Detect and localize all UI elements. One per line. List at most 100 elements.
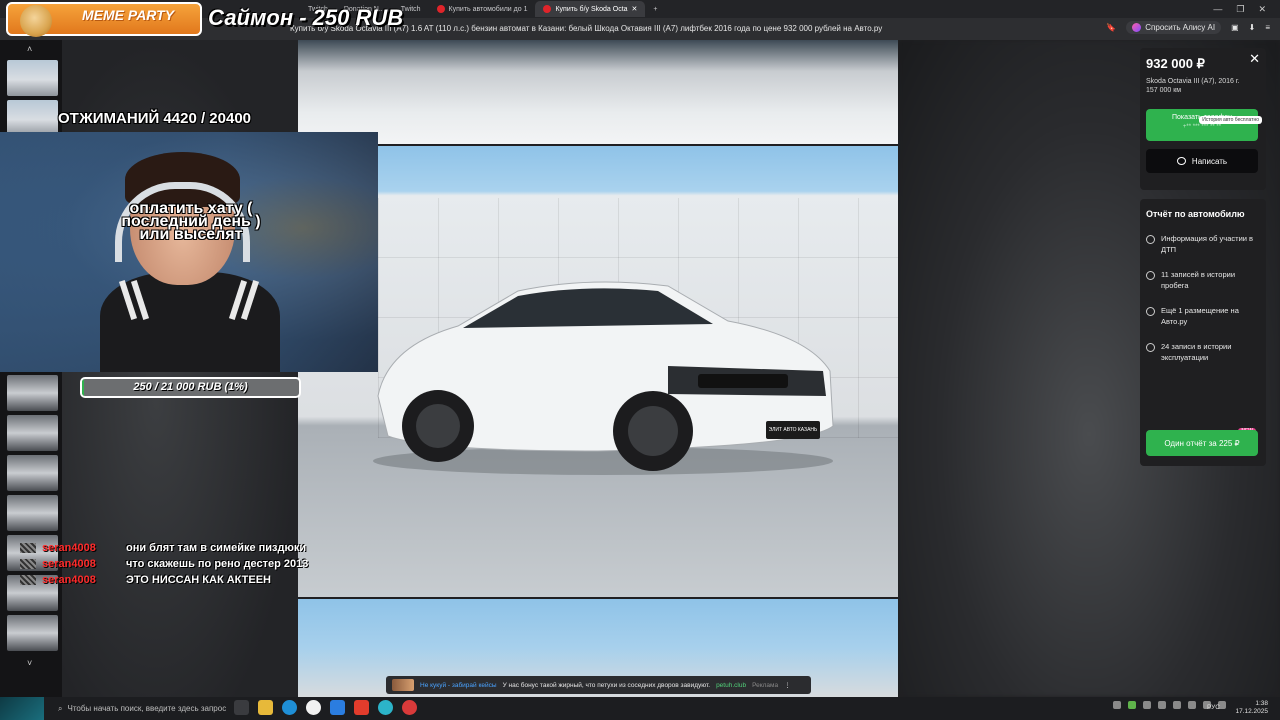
report-item-listings: Ещё 1 размещение на Авто.ру: [1146, 305, 1260, 327]
file-explorer-icon[interactable]: [258, 700, 273, 715]
task-view-icon[interactable]: [234, 700, 249, 715]
chat-text: что скажешь по рено дестер 2013: [126, 558, 309, 570]
app-icon[interactable]: [330, 700, 345, 715]
clock-time: 1:38: [1255, 700, 1268, 707]
car-photo-previous[interactable]: [298, 40, 898, 144]
thumbnail[interactable]: [7, 455, 58, 491]
chat-nick: seran4008: [42, 574, 96, 586]
thumbnail[interactable]: [7, 615, 58, 651]
thumbnail[interactable]: [7, 60, 58, 96]
report-item-label: Информация об участии в ДТП: [1161, 234, 1254, 254]
report-check-icon: [1146, 343, 1155, 352]
show-phone-button[interactable]: Показать телефон +** *** *** ** **: [1146, 109, 1258, 141]
report-check-icon: [1146, 271, 1155, 280]
tray-icon[interactable]: [1173, 701, 1181, 709]
maximize-icon[interactable]: ❐: [1236, 4, 1244, 15]
price: 932 000 ₽: [1146, 56, 1205, 71]
close-window-icon[interactable]: ✕: [1258, 4, 1266, 15]
report-item-label: 11 записей в истории пробега: [1161, 270, 1236, 290]
thumbnail[interactable]: [7, 375, 58, 411]
search-icon: ⌕: [58, 703, 63, 713]
tray-icon[interactable]: [1113, 701, 1121, 709]
chat-nick: seran4008: [42, 558, 96, 570]
start-button[interactable]: [0, 697, 44, 720]
tray-icon[interactable]: [1143, 701, 1151, 709]
stream-chat: seran4008 они блят там в симейке пиздюки…: [20, 540, 308, 588]
alice-button[interactable]: Спросить Алису AI: [1126, 21, 1222, 34]
promo-banner[interactable]: Не кукуй - забирай кейсы У нас бонус так…: [386, 676, 811, 694]
meme-party-badge: MEME PARTY: [6, 2, 202, 37]
chat-badge-icon: [20, 575, 36, 585]
report-check-icon: [1146, 307, 1155, 316]
phone-masked: +** *** *** ** **: [1182, 124, 1222, 130]
menu-icon[interactable]: ≡: [1265, 23, 1270, 32]
promo-more-icon[interactable]: ⋮: [784, 681, 791, 689]
wifi-icon[interactable]: [1188, 701, 1196, 709]
donation-overlay: MEME PARTY Саймон - 250 RUB: [0, 0, 480, 40]
tray-icon[interactable]: [1128, 701, 1136, 709]
clock-date: 17.12.2025: [1235, 708, 1268, 715]
write-message-button[interactable]: Написать: [1146, 149, 1258, 173]
car-illustration: [373, 281, 834, 475]
edge-icon[interactable]: [282, 700, 297, 715]
thumbnail[interactable]: [7, 415, 58, 451]
car-photo-main[interactable]: ЭЛИТ АВТО КАЗАНЬ: [298, 146, 898, 597]
chat-badge-icon: [20, 543, 36, 553]
chat-nick: seran4008: [42, 542, 96, 554]
report-item-accidents: Информация об участии в ДТП: [1146, 233, 1260, 255]
taskbar-search[interactable]: ⌕ Чтобы начать поиск, введите здесь запр…: [58, 700, 228, 717]
alice-label: Спросить Алису AI: [1145, 23, 1216, 32]
promo-headline[interactable]: Не кукуй - забирай кейсы: [420, 682, 497, 689]
buy-report-button[interactable]: Один отчёт за 225 ₽: [1146, 430, 1258, 456]
promo-link[interactable]: petuh.club: [716, 682, 746, 689]
car-mileage: 157 000 км: [1146, 87, 1182, 94]
taskbar: ⌕ Чтобы начать поиск, введите здесь запр…: [0, 697, 1280, 720]
taskbar-apps: [234, 700, 417, 715]
chat-message: seran4008 они блят там в симейке пиздюки: [20, 540, 308, 556]
clock[interactable]: 1:38 17.12.2025: [1235, 700, 1268, 716]
donation-banner: Саймон - 250 RUB: [208, 5, 404, 30]
report-item-mileage: 11 записей в истории пробега: [1146, 269, 1260, 291]
language-indicator[interactable]: РУС: [1207, 704, 1220, 711]
obs-icon[interactable]: [402, 700, 417, 715]
thumbnail[interactable]: [7, 100, 58, 136]
report-item-label: 24 записи в истории эксплуатации: [1161, 342, 1232, 362]
report-card: Отчёт по автомобилю Информация об участи…: [1140, 199, 1266, 466]
tab-autoru-listing[interactable]: Купить б/у Skoda Octa ✕: [535, 1, 646, 17]
downloads-icon[interactable]: ⬇: [1249, 23, 1256, 32]
goal-caption: оплатить хату ( последний день ) или выс…: [80, 201, 302, 243]
tab-label: Купить б/у Skoda Octa: [555, 5, 628, 13]
dealer-plate: ЭЛИТ АВТО КАЗАНЬ: [766, 421, 820, 439]
chat-text: они блят там в симейке пиздюки: [126, 542, 307, 554]
screen: Twitch Donation N... Twitch Купить автом…: [0, 0, 1280, 720]
close-tab-icon[interactable]: ✕: [632, 5, 638, 13]
report-check-icon: [1146, 235, 1155, 244]
report-title: Отчёт по автомобилю: [1146, 209, 1245, 219]
yandex-browser-icon[interactable]: [306, 700, 321, 715]
new-tab-button[interactable]: +: [645, 1, 665, 17]
thumbs-down-arrow-icon[interactable]: ˅: [27, 658, 32, 668]
chat-message: seran4008 что скажешь по рено дестер 201…: [20, 556, 308, 572]
window-controls: — ❐ ✕: [1213, 4, 1280, 15]
pushups-counter: ОТЖИМАНИЙ 4420 / 20400: [58, 110, 252, 127]
chat-message: seran4008 ЭТО НИССАН КАК АКТЕЕН: [20, 572, 308, 588]
app-icon[interactable]: [378, 700, 393, 715]
close-gallery-icon[interactable]: ✕: [1249, 51, 1260, 67]
history-badge: История авто бесплатно: [1199, 116, 1262, 124]
promo-image: [392, 679, 414, 691]
bookmark-icon[interactable]: 🔖: [1106, 23, 1116, 32]
extensions-icon[interactable]: ▣: [1231, 23, 1239, 32]
report-item-service: 24 записи в истории эксплуатации: [1146, 341, 1260, 363]
donation-goal-bar: 250 / 21 000 RUB (1%): [80, 377, 301, 398]
thumbs-up-arrow-icon[interactable]: ˄: [27, 44, 32, 54]
write-label: Написать: [1191, 156, 1228, 166]
promo-ad-label: Реклама: [752, 681, 779, 689]
report-item-label: Ещё 1 размещение на Авто.ру: [1161, 306, 1239, 326]
minimize-icon[interactable]: —: [1213, 4, 1222, 15]
goal-text: 250 / 21 000 RUB (1%): [133, 381, 248, 393]
thumbnail[interactable]: [7, 495, 58, 531]
app-icon[interactable]: [354, 700, 369, 715]
chat-bubble-icon: [1176, 157, 1186, 165]
tray-icon[interactable]: [1158, 701, 1166, 709]
search-placeholder: Чтобы начать поиск, введите здесь запрос: [67, 704, 227, 713]
